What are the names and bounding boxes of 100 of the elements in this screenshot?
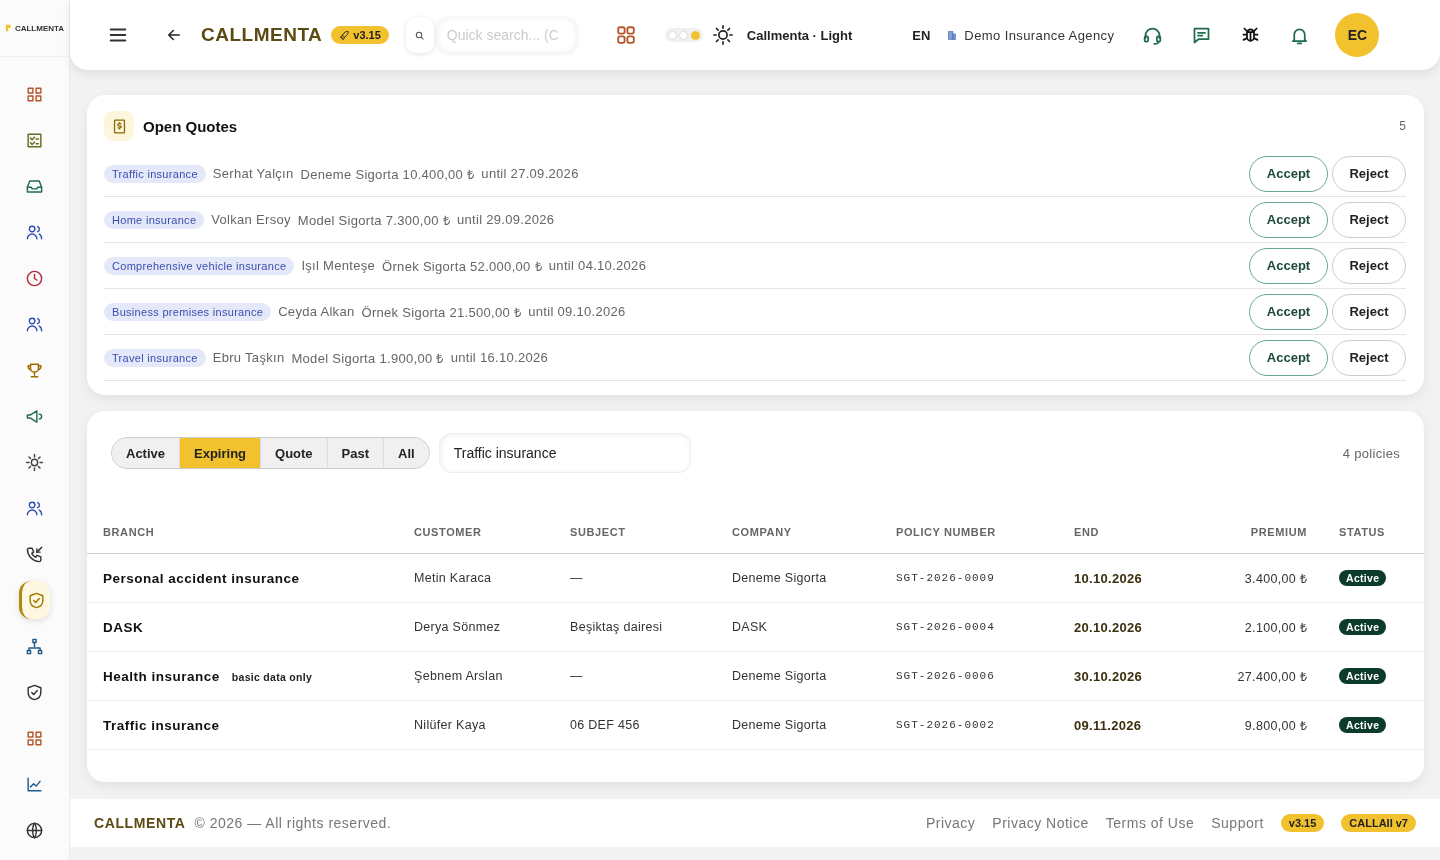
policy-number-cell-text: SGT-2026-0002 xyxy=(896,719,996,731)
quote-valid-until: until 16.10.2026 xyxy=(450,350,548,365)
sun-icon[interactable] xyxy=(711,24,734,46)
agency-name[interactable]: Demo Insurance Agency xyxy=(964,27,1115,43)
quote-customer: Işıl Menteşe xyxy=(301,258,376,273)
company-cell-text: Deneme Sigorta xyxy=(732,669,828,683)
branch-tag: Business premises insurance xyxy=(104,302,272,321)
accept-button[interactable]: Accept xyxy=(1249,247,1328,284)
grid-icon xyxy=(25,728,44,748)
shield-check-icon xyxy=(26,590,46,610)
quote-count: 5 xyxy=(1399,119,1406,133)
end-date-cell-text: 10.10.2026 xyxy=(1074,570,1144,586)
branch-note: basic data only xyxy=(231,670,313,683)
reject-button[interactable]: Reject xyxy=(1332,155,1406,192)
branch-name: Traffic insurance xyxy=(103,717,220,733)
subject-cell-text: — xyxy=(570,571,584,585)
premium-cell-text: 3.400,00 ₺ xyxy=(1243,570,1307,587)
status-badge: Active xyxy=(1339,668,1387,684)
footer-brand: CALLMENTA xyxy=(94,815,186,831)
network-icon xyxy=(25,636,44,656)
quote-company-amount: Örnek Sigorta 52.000,00 ₺ xyxy=(382,257,542,275)
column-header: CUSTOMER xyxy=(414,526,483,538)
quote-customer: Ceyda Alkan xyxy=(278,304,355,319)
quote-valid-until: until 09.10.2026 xyxy=(528,304,626,319)
copyright-text: © 2026 — All rights reserved. xyxy=(194,815,392,831)
status-badge: Active xyxy=(1339,717,1387,733)
shield-check-icon xyxy=(25,682,44,702)
status-badge: Active xyxy=(1339,619,1387,635)
reject-button[interactable]: Reject xyxy=(1332,201,1406,238)
version-badge: v3.15 xyxy=(1280,814,1325,832)
reject-button[interactable]: Reject xyxy=(1332,339,1406,376)
building-icon xyxy=(946,29,959,41)
filter-tab[interactable]: Active xyxy=(112,438,181,468)
accept-button[interactable]: Accept xyxy=(1249,339,1328,376)
quote-customer: Volkan Ersoy xyxy=(211,212,291,227)
quote-valid-until: until 29.09.2026 xyxy=(457,212,555,227)
quote-customer: Ebru Taşkın xyxy=(212,350,285,365)
quote-company-amount: Model Sigorta 7.300,00 ₺ xyxy=(297,211,451,229)
premium-cell-text: 27.400,00 ₺ xyxy=(1236,668,1307,685)
footer-link[interactable]: Support xyxy=(1211,815,1264,831)
rocket-icon xyxy=(339,29,351,41)
sidebar-logo: CALLMENTA xyxy=(14,23,65,33)
column-header: POLICY NUMBER xyxy=(896,526,997,538)
company-cell-text: DASK xyxy=(732,620,769,634)
customer-cell-text: Nilüfer Kaya xyxy=(414,718,487,732)
premium-cell-text: 9.800,00 ₺ xyxy=(1243,717,1307,734)
policy-count: 4 policies xyxy=(1342,445,1400,461)
subject-cell-text: Beşiktaş dairesi xyxy=(570,620,664,634)
policy-number-cell-text: SGT-2026-0009 xyxy=(896,572,996,584)
language-button[interactable]: EN xyxy=(912,27,931,43)
end-date-cell-text: 20.10.2026 xyxy=(1074,619,1144,635)
quote-valid-until: until 27.09.2026 xyxy=(481,166,579,181)
company-cell-text: Deneme Sigorta xyxy=(732,718,828,732)
section-title: Open Quotes xyxy=(143,117,238,135)
branch-name: Health insurance xyxy=(103,668,220,684)
quote-customer: Serhat Yalçın xyxy=(212,166,294,181)
theme-switch[interactable] xyxy=(664,28,703,42)
customer-cell-text: Derya Sönmez xyxy=(414,620,502,634)
globe-icon xyxy=(25,820,44,840)
footer-link[interactable]: Privacy Notice xyxy=(992,815,1089,831)
filter-field[interactable]: Traffic insurance xyxy=(438,433,691,473)
accept-button[interactable]: Accept xyxy=(1249,201,1328,238)
branch-tag: Traffic insurance xyxy=(104,164,206,183)
filter-tab[interactable]: Expiring xyxy=(180,438,262,468)
policy-number-cell-text: SGT-2026-0006 xyxy=(896,670,996,682)
branch-tag: Home insurance xyxy=(104,210,205,229)
column-header: END xyxy=(1074,526,1101,538)
customer-cell-text: Metin Karaca xyxy=(414,571,493,585)
quote-valid-until: until 04.10.2026 xyxy=(548,258,647,273)
phone-icon xyxy=(25,544,44,564)
logo-icon xyxy=(4,24,13,32)
status-badge: Active xyxy=(1339,570,1387,586)
subject-cell-text: 06 DEF 456 xyxy=(570,718,641,732)
receipt-icon xyxy=(104,111,134,141)
grid-icon xyxy=(25,84,44,104)
quote-company-amount: Model Sigorta 1.900,00 ₺ xyxy=(291,349,444,367)
accept-button[interactable]: Accept xyxy=(1249,293,1328,330)
footer-link[interactable]: Privacy xyxy=(925,815,976,831)
search-icon xyxy=(414,29,426,41)
quote-company-amount: Örnek Sigorta 21.500,00 ₺ xyxy=(361,303,522,321)
apps-grid-icon[interactable] xyxy=(614,24,637,46)
end-date-cell-text: 09.11.2026 xyxy=(1074,717,1143,733)
accept-button[interactable]: Accept xyxy=(1249,155,1328,192)
theme-name: Callmenta · Light xyxy=(746,27,853,43)
reject-button[interactable]: Reject xyxy=(1332,293,1406,330)
quote-company-amount: Deneme Sigorta 10.400,00 ₺ xyxy=(300,165,475,183)
company-cell-text: Deneme Sigorta xyxy=(732,571,828,585)
user-avatar[interactable]: EC xyxy=(1335,13,1380,57)
trophy-icon xyxy=(25,360,44,380)
subject-cell-text: — xyxy=(570,669,584,683)
brand-name: CALLMENTA xyxy=(201,24,323,46)
version-badge: v3.15 xyxy=(331,26,389,44)
reject-button[interactable]: Reject xyxy=(1332,247,1406,284)
branch-tag: Travel insurance xyxy=(104,348,206,367)
column-header: BRANCH xyxy=(103,526,156,538)
footer-link[interactable]: Terms of Use xyxy=(1105,815,1195,831)
premium-cell-text: 2.100,00 ₺ xyxy=(1243,619,1307,636)
column-header: STATUS xyxy=(1338,526,1386,538)
branch-name: DASK xyxy=(103,619,144,635)
column-header: PREMIUM xyxy=(1249,526,1307,538)
